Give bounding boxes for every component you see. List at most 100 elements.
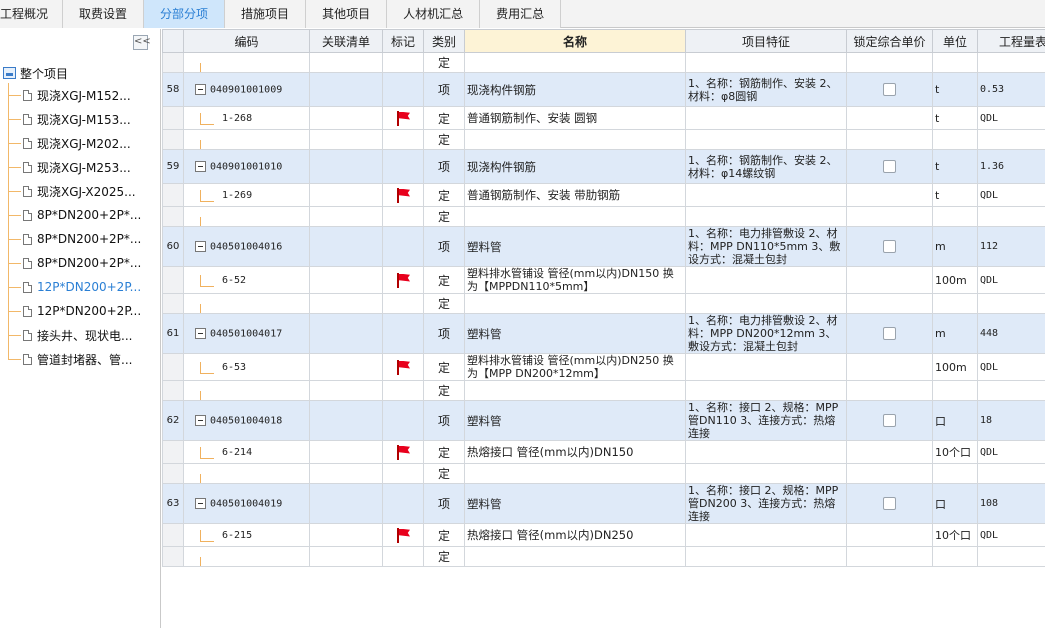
linked-list-cell[interactable] [309, 206, 383, 227]
unit-cell[interactable] [932, 129, 978, 150]
code-cell[interactable] [183, 293, 310, 314]
code-cell[interactable]: 040501004018 [183, 400, 310, 441]
unit-cell[interactable]: 口 [932, 483, 978, 524]
features-cell[interactable] [685, 293, 847, 314]
category-cell[interactable]: 定 [423, 353, 465, 381]
unit-cell[interactable]: 口 [932, 400, 978, 441]
code-cell[interactable]: 1-269 [183, 183, 310, 207]
tree-item[interactable]: 8P*DN200+2P*... [8, 229, 141, 249]
lock-price-cell[interactable] [846, 293, 933, 314]
mark-cell[interactable] [382, 440, 424, 464]
category-cell[interactable]: 定 [423, 106, 465, 130]
name-cell[interactable]: 塑料管 [464, 483, 686, 524]
quantity-cell[interactable] [977, 380, 1045, 401]
category-cell[interactable]: 项 [423, 313, 465, 354]
lock-price-cell[interactable] [846, 149, 933, 184]
tree-item[interactable]: 12P*DN200+2P... [8, 301, 141, 321]
table-row-bill-item[interactable]: 58 040901001009 项现浇构件钢筋 1、名称：钢筋制作、安装 2、材料：φ… [162, 72, 1045, 107]
linked-list-cell[interactable] [309, 353, 383, 381]
features-cell[interactable] [685, 440, 847, 464]
linked-list-cell[interactable] [309, 293, 383, 314]
name-cell[interactable]: 塑料排水管铺设 管径(mm以内)DN150 换为【MPPDN110*5mm】 [464, 266, 686, 294]
lock-price-cell[interactable] [846, 313, 933, 354]
category-cell[interactable]: 定 [423, 52, 465, 73]
name-cell[interactable] [464, 380, 686, 401]
mark-cell[interactable] [382, 463, 424, 484]
quantity-cell[interactable]: 1.36 [977, 149, 1045, 184]
category-cell[interactable]: 定 [423, 463, 465, 484]
linked-list-cell[interactable] [309, 483, 383, 524]
name-cell[interactable]: 热熔接口 管径(mm以内)DN150 [464, 440, 686, 464]
code-cell[interactable] [183, 546, 310, 567]
collapse-panel-button[interactable]: << [133, 35, 151, 50]
name-cell[interactable] [464, 129, 686, 150]
category-cell[interactable]: 定 [423, 380, 465, 401]
header-mark[interactable]: 标记 [382, 29, 424, 53]
quantity-cell[interactable]: QDL [977, 440, 1045, 464]
linked-list-cell[interactable] [309, 226, 383, 267]
code-cell[interactable]: 040901001009 [183, 72, 310, 107]
header-features[interactable]: 项目特征 [685, 29, 847, 53]
mark-cell[interactable] [382, 206, 424, 227]
lock-price-cell[interactable] [846, 266, 933, 294]
name-cell[interactable]: 现浇构件钢筋 [464, 72, 686, 107]
unit-cell[interactable]: 100m [932, 266, 978, 294]
lock-price-cell[interactable] [846, 72, 933, 107]
name-cell[interactable] [464, 206, 686, 227]
category-cell[interactable]: 定 [423, 523, 465, 547]
lock-price-checkbox[interactable] [883, 327, 896, 340]
linked-list-cell[interactable] [309, 72, 383, 107]
code-cell[interactable] [183, 206, 310, 227]
quantity-cell[interactable] [977, 206, 1045, 227]
quantity-cell[interactable]: 448 [977, 313, 1045, 354]
tree-item[interactable]: 现浇XGJ-M152... [8, 85, 131, 105]
unit-cell[interactable]: m [932, 226, 978, 267]
table-row-quota[interactable]: 6-53 定塑料排水管铺设 管径(mm以内)DN250 换为【MPP DN200*… [162, 353, 1045, 381]
quantity-cell[interactable] [977, 293, 1045, 314]
unit-cell[interactable]: 100m [932, 353, 978, 381]
table-row-empty[interactable]: 定 [162, 293, 1045, 314]
quantity-cell[interactable]: QDL [977, 106, 1045, 130]
name-cell[interactable]: 热熔接口 管径(mm以内)DN250 [464, 523, 686, 547]
table-row-quota[interactable]: 1-268 定普通钢筋制作、安装 圆钢 t QDL [162, 106, 1045, 130]
code-cell[interactable] [183, 463, 310, 484]
unit-cell[interactable] [932, 52, 978, 73]
table-row-empty[interactable]: 定 [162, 380, 1045, 401]
quantity-cell[interactable]: 112 [977, 226, 1045, 267]
lock-price-cell[interactable] [846, 546, 933, 567]
header-unit[interactable]: 单位 [932, 29, 978, 53]
lock-price-checkbox[interactable] [883, 83, 896, 96]
tree-item[interactable]: 管道封堵器、管... [8, 349, 132, 369]
lock-price-cell[interactable] [846, 523, 933, 547]
features-cell[interactable]: 1、名称：接口 2、规格：MPP管DN110 3、连接方式：热熔连接 [685, 400, 847, 441]
category-cell[interactable]: 项 [423, 72, 465, 107]
quantity-cell[interactable] [977, 129, 1045, 150]
features-cell[interactable] [685, 266, 847, 294]
unit-cell[interactable]: t [932, 106, 978, 130]
tree-item[interactable]: 现浇XGJ-M153... [8, 109, 131, 129]
category-cell[interactable]: 定 [423, 206, 465, 227]
quantity-cell[interactable]: QDL [977, 266, 1045, 294]
features-cell[interactable] [685, 463, 847, 484]
code-cell[interactable]: 040501004019 [183, 483, 310, 524]
tab-fee-settings[interactable]: 取费设置 [63, 0, 145, 28]
unit-cell[interactable] [932, 206, 978, 227]
code-cell[interactable]: 040901001010 [183, 149, 310, 184]
linked-list-cell[interactable] [309, 463, 383, 484]
mark-cell[interactable] [382, 380, 424, 401]
features-cell[interactable] [685, 380, 847, 401]
mark-cell[interactable] [382, 226, 424, 267]
features-cell[interactable] [685, 206, 847, 227]
lock-price-cell[interactable] [846, 400, 933, 441]
collapse-minus-icon[interactable] [195, 240, 206, 252]
name-cell[interactable]: 现浇构件钢筋 [464, 149, 686, 184]
lock-price-cell[interactable] [846, 463, 933, 484]
linked-list-cell[interactable] [309, 400, 383, 441]
category-cell[interactable]: 项 [423, 226, 465, 267]
mark-cell[interactable] [382, 523, 424, 547]
tree-item[interactable]: 现浇XGJ-M202... [8, 133, 131, 153]
quantity-cell[interactable]: QDL [977, 523, 1045, 547]
linked-list-cell[interactable] [309, 52, 383, 73]
features-cell[interactable] [685, 129, 847, 150]
lock-price-cell[interactable] [846, 183, 933, 207]
